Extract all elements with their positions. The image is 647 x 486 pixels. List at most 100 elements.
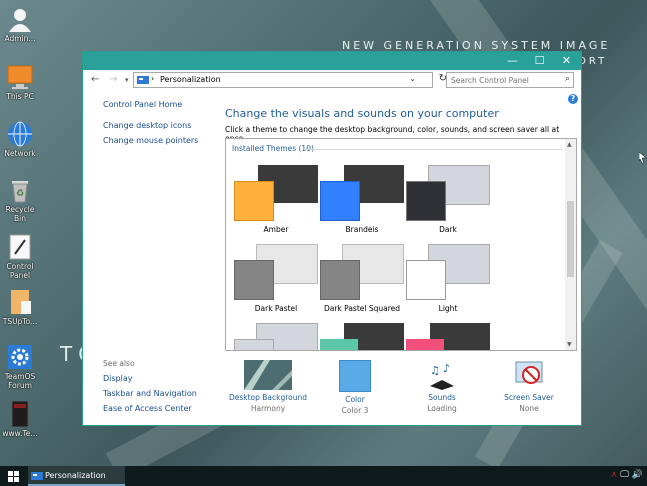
maximize-button[interactable]: ☐: [526, 52, 553, 70]
desktop-icon-tsupto[interactable]: TSUpTo...: [0, 289, 40, 326]
scroll-thumb[interactable]: [567, 201, 574, 277]
desktop-icon-label: Recycle Bin: [5, 205, 35, 223]
control-panel-small-icon: [137, 76, 149, 84]
change-mouse-pointers-link[interactable]: Change mouse pointers: [103, 136, 223, 145]
desktop-icon-network[interactable]: Network: [0, 121, 40, 158]
book-icon: [7, 400, 33, 428]
theme-partial[interactable]: [406, 323, 490, 350]
minimize-button[interactable]: —: [499, 52, 526, 70]
search-icon[interactable]: ⌕: [565, 74, 570, 84]
recycle-bin-icon: ♻: [7, 177, 33, 203]
sounds-value: Loading: [427, 404, 457, 413]
theme-name: Amber: [263, 225, 289, 234]
theme-dark[interactable]: Dark: [406, 165, 490, 240]
taskbar-item-label: Personalization: [45, 471, 106, 480]
mouse-cursor-icon: [639, 152, 647, 164]
taskbar-item-personalization[interactable]: Personalization: [28, 466, 125, 486]
desktop-icon-control-panel[interactable]: Control Panel: [0, 234, 40, 280]
theme-preview-front: [406, 339, 444, 350]
svg-text:♫: ♫: [430, 364, 440, 377]
theme-dark-pastel-squared[interactable]: Dark Pastel Squared: [320, 244, 404, 319]
breadcrumb-personalization[interactable]: Personalization: [160, 75, 221, 84]
breadcrumb-separator: ›: [151, 74, 155, 83]
forward-arrow-icon[interactable]: →: [109, 74, 117, 85]
close-button[interactable]: ✕: [553, 52, 580, 70]
screen-saver-icon: [515, 361, 543, 384]
screen-saver-title: Screen Saver: [504, 393, 554, 402]
tray-volume-icon[interactable]: 🔊: [632, 470, 643, 480]
music-notes-icon: ♫ ♪: [430, 362, 454, 390]
computer-icon: [7, 64, 33, 90]
theme-name: Dark Pastel Squared: [323, 304, 401, 313]
theme-preview-front: [406, 181, 446, 221]
system-tray: ⋏ 🖵 🔊: [611, 470, 643, 480]
theme-name: Light: [438, 304, 458, 313]
control-panel-icon: [7, 234, 33, 260]
network-globe-icon: [7, 121, 33, 147]
desktop-background-option[interactable]: Desktop Background Harmony: [220, 360, 316, 413]
wallpaper-thumb-icon: [244, 360, 292, 390]
tray-flag-icon[interactable]: ⋏: [611, 470, 618, 480]
screen-saver-option[interactable]: Screen Saver None: [481, 360, 577, 413]
folder-icon: [7, 289, 33, 315]
desktop-icon-label: www.Te...: [2, 429, 38, 438]
control-panel-small-icon: [31, 472, 43, 480]
taskbar-navigation-link[interactable]: Taskbar and Navigation: [103, 389, 233, 398]
desktop-icon-recycle-bin[interactable]: ♻ Recycle Bin: [0, 177, 40, 223]
theme-preview-front: [234, 260, 274, 300]
desktop-background-value: Harmony: [250, 404, 286, 413]
theme-name: Dark Pastel: [254, 304, 298, 313]
theme-partial[interactable]: [234, 323, 318, 350]
sounds-title: Sounds: [428, 393, 456, 402]
control-panel-home-link[interactable]: Control Panel Home: [103, 100, 223, 109]
theme-preview-front: [320, 260, 360, 300]
svg-text:♻: ♻: [16, 189, 24, 199]
tray-network-icon[interactable]: 🖵: [620, 470, 629, 480]
theme-name: Brandeis: [345, 225, 379, 234]
theme-light[interactable]: Light: [406, 244, 490, 319]
desktop-icon-www-te[interactable]: www.Te...: [0, 400, 40, 438]
desktop-icon-label: TSUpTo...: [2, 317, 38, 326]
back-arrow-icon[interactable]: ←: [91, 74, 99, 85]
desktop-icon-teamos-forum[interactable]: TeamOS Forum: [0, 344, 40, 390]
search-input[interactable]: [447, 73, 555, 87]
see-also-header: See also: [103, 359, 135, 368]
theme-preview-front: [406, 260, 446, 300]
start-button[interactable]: [8, 471, 19, 482]
window-titlebar[interactable]: — ☐ ✕: [83, 52, 581, 70]
taskbar: Personalization ⋏ 🖵 🔊: [0, 466, 647, 486]
user-icon: [7, 6, 33, 32]
theme-preview-front: [234, 181, 274, 221]
color-title: Color: [345, 395, 365, 404]
screen-saver-value: None: [519, 404, 539, 413]
see-also-section: See also Display Taskbar and Navigation …: [103, 359, 233, 419]
change-desktop-icons-link[interactable]: Change desktop icons: [103, 121, 223, 130]
ease-of-access-link[interactable]: Ease of Access Center: [103, 404, 233, 413]
left-nav-pane: Control Panel Home Change desktop icons …: [103, 100, 223, 153]
address-dropdown-icon[interactable]: ⌄: [409, 74, 416, 83]
scroll-up-icon[interactable]: ▲: [567, 141, 572, 148]
desktop-icon-label: This PC: [6, 92, 34, 101]
theme-preview-front: [320, 181, 360, 221]
desktop-icon-label: Admin...: [4, 34, 36, 43]
help-icon[interactable]: ?: [568, 94, 578, 104]
scroll-down-icon[interactable]: ▼: [567, 341, 572, 348]
theme-partial[interactable]: [320, 323, 404, 350]
sounds-option[interactable]: ♫ ♪ Sounds Loading: [394, 360, 490, 413]
theme-amber[interactable]: Amber: [234, 165, 318, 240]
theme-brandeis[interactable]: Brandeis: [320, 165, 404, 240]
search-box[interactable]: ⌕: [446, 72, 574, 88]
installed-themes-header: Installed Themes (10): [232, 144, 314, 153]
recent-chevron-icon[interactable]: ▾: [125, 76, 129, 84]
theme-dark-pastel[interactable]: Dark Pastel: [234, 244, 318, 319]
themes-scrollbar[interactable]: ▲ ▼: [565, 139, 576, 350]
theme-preview-front: [320, 339, 358, 350]
page-title: Change the visuals and sounds on your co…: [225, 107, 499, 120]
color-option[interactable]: Color Color 3: [307, 360, 403, 415]
display-link[interactable]: Display: [103, 374, 233, 383]
address-box[interactable]: › Personalization ⌄ ↻: [133, 72, 447, 88]
desktop-background-title: Desktop Background: [228, 393, 308, 402]
desktop-icon-label: Control Panel: [6, 262, 34, 280]
desktop-icon-admin[interactable]: Admin...: [0, 6, 40, 43]
desktop-icon-this-pc[interactable]: This PC: [0, 64, 40, 101]
